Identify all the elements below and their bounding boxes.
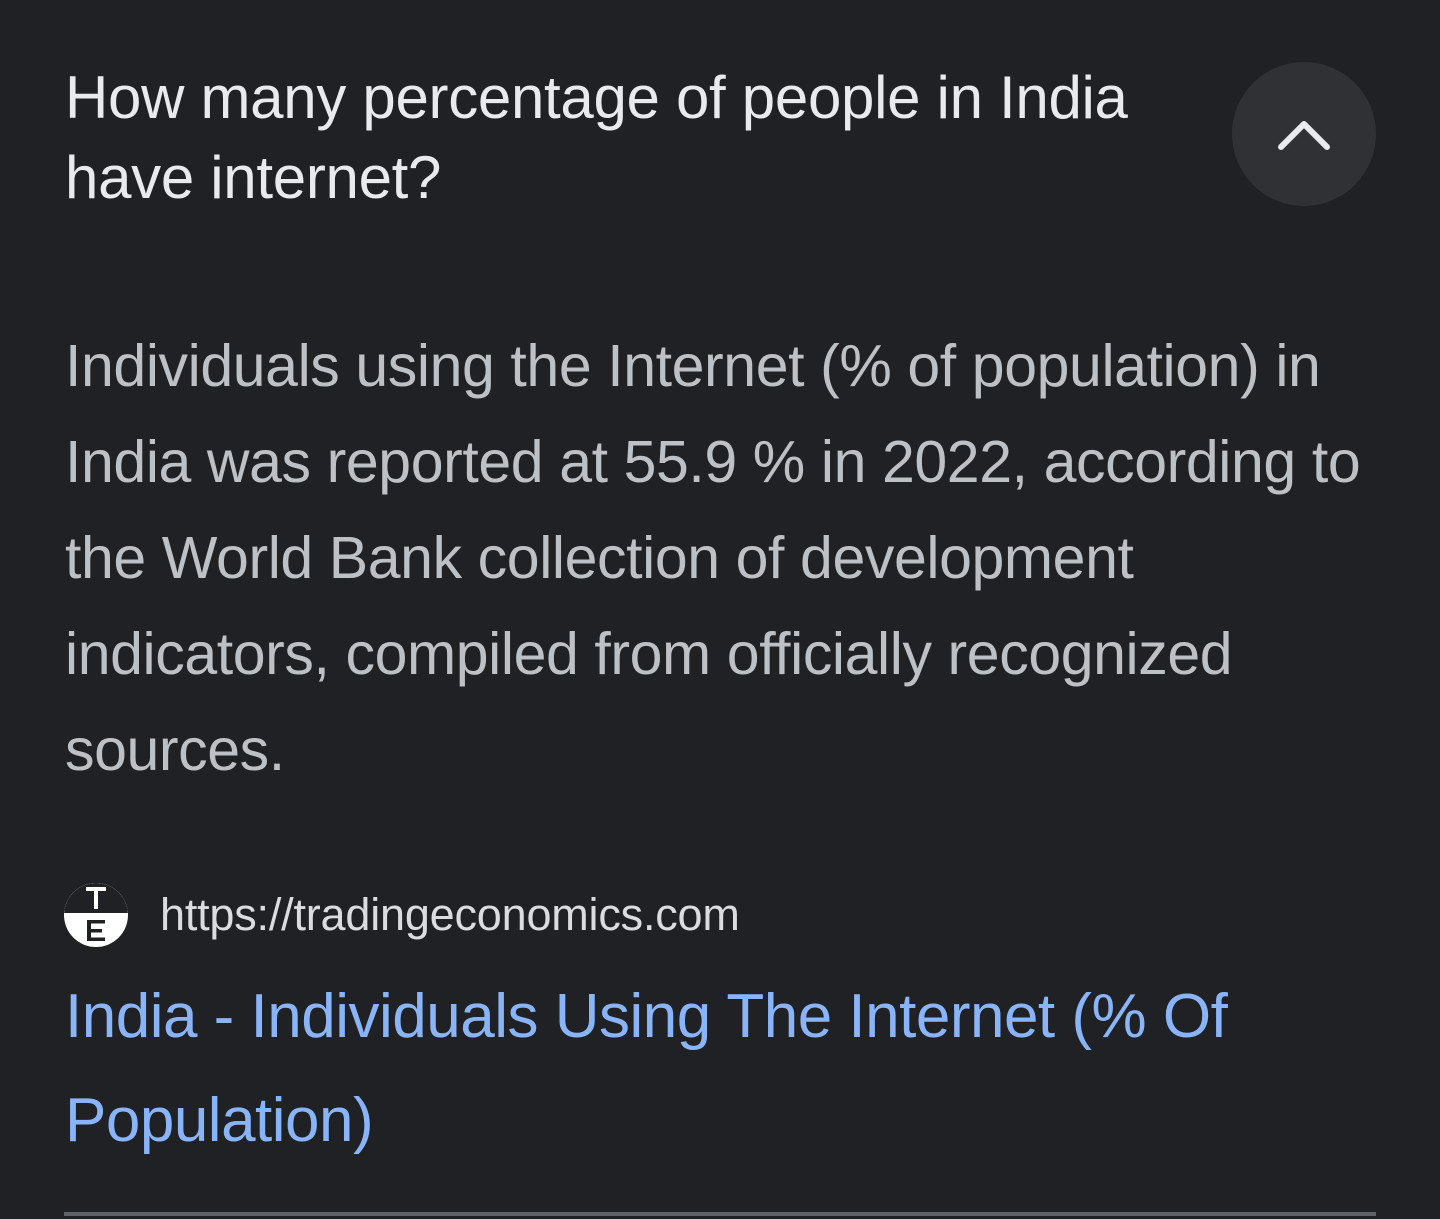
divider [64, 1212, 1376, 1216]
source-url[interactable]: https://tradingeconomics.com [160, 885, 740, 945]
result-title-link[interactable]: India - Individuals Using The Internet (… [65, 965, 1385, 1173]
question-heading[interactable]: How many percentage of people in India h… [65, 58, 1185, 218]
site-favicon [64, 883, 128, 947]
featured-question-card: How many percentage of people in India h… [0, 0, 1440, 1219]
collapse-button[interactable] [1232, 62, 1376, 206]
source-row[interactable]: https://tradingeconomics.com [64, 883, 740, 947]
chevron-up-icon [1276, 116, 1332, 152]
answer-snippet: Individuals using the Internet (% of pop… [65, 333, 1361, 783]
